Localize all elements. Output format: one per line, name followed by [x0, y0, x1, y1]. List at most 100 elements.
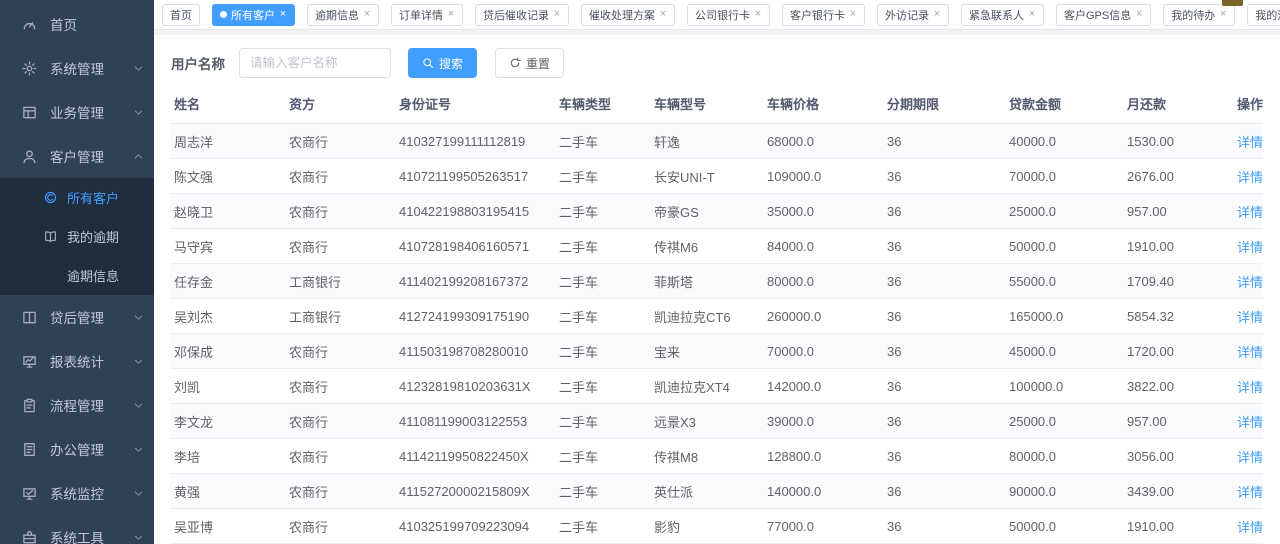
chevron-down-icon: [133, 107, 144, 118]
table-row: 吴亚博 农商行 410325199709223094 二手车 影豹 77000.…: [170, 509, 1263, 544]
cell-funder: 工商银行: [285, 264, 395, 299]
sidebar-item[interactable]: 首页: [0, 2, 154, 46]
sidebar-item[interactable]: 我的逾期: [0, 217, 154, 256]
search-input[interactable]: [239, 48, 391, 78]
close-icon[interactable]: ×: [659, 9, 667, 20]
cell-monthly-payment: 1530.00: [1123, 124, 1233, 159]
column-header: 贷款金额: [1005, 90, 1123, 124]
close-icon[interactable]: ×: [849, 9, 857, 20]
detail-link[interactable]: 详情: [1237, 485, 1263, 500]
cell-periods: 36: [883, 474, 1005, 509]
detail-link[interactable]: 详情: [1237, 345, 1263, 360]
tab[interactable]: 逾期信息 ×: [307, 4, 379, 26]
close-icon[interactable]: ×: [553, 9, 561, 20]
cell-loan-amount: 40000.0: [1005, 124, 1123, 159]
close-icon[interactable]: ×: [363, 9, 371, 20]
detail-link[interactable]: 详情: [1237, 275, 1263, 290]
tab-label: 催收处理方案: [589, 7, 655, 23]
menu-icon: [22, 486, 37, 501]
cell-monthly-payment: 3822.00: [1123, 369, 1233, 404]
table-row: 黄强 农商行 41152720000215809X 二手车 英仕派 140000…: [170, 474, 1263, 509]
cell-periods: 36: [883, 509, 1005, 544]
table-row: 周志洋 农商行 410327199111112819 二手车 轩逸 68000.…: [170, 124, 1263, 159]
search-button[interactable]: 搜索: [408, 48, 477, 78]
tab-label: 订单详情: [399, 7, 443, 23]
cell-name: 李培: [170, 439, 285, 474]
cell-monthly-payment: 957.00: [1123, 194, 1233, 229]
cell-funder: 农商行: [285, 369, 395, 404]
detail-link[interactable]: 详情: [1237, 415, 1263, 430]
sidebar-item[interactable]: 逾期信息: [0, 256, 154, 295]
refresh-icon: [509, 57, 521, 69]
cell-loan-amount: 165000.0: [1005, 299, 1123, 334]
table-row: 任存金 工商银行 411402199208167372 二手车 菲斯塔 8000…: [170, 264, 1263, 299]
cell-periods: 36: [883, 369, 1005, 404]
tab[interactable]: 公司银行卡 ×: [687, 4, 770, 26]
tab[interactable]: 客户银行卡 ×: [782, 4, 865, 26]
tab[interactable]: 客户GPS信息 ×: [1056, 4, 1151, 26]
cell-vehicle-model: 英仕派: [650, 474, 763, 509]
close-icon[interactable]: ×: [933, 9, 941, 20]
close-icon[interactable]: ×: [1028, 9, 1036, 20]
cell-periods: 36: [883, 159, 1005, 194]
sidebar-item[interactable]: 系统管理: [0, 46, 154, 90]
tab[interactable]: 所有客户 ×: [212, 4, 295, 26]
detail-link[interactable]: 详情: [1237, 520, 1263, 535]
detail-link[interactable]: 详情: [1237, 380, 1263, 395]
detail-link[interactable]: 详情: [1237, 240, 1263, 255]
cell-vehicle-type: 二手车: [555, 124, 650, 159]
sidebar-item[interactable]: 业务管理: [0, 90, 154, 134]
tab[interactable]: 贷后催收记录 ×: [475, 4, 569, 26]
detail-link[interactable]: 详情: [1237, 450, 1263, 465]
detail-link[interactable]: 详情: [1237, 310, 1263, 325]
cell-loan-amount: 80000.0: [1005, 439, 1123, 474]
chevron-down-icon: [133, 63, 144, 74]
cell-funder: 农商行: [285, 124, 395, 159]
tab[interactable]: 紧急联系人 ×: [961, 4, 1044, 26]
cell-vehicle-type: 二手车: [555, 404, 650, 439]
close-icon[interactable]: ×: [1135, 9, 1143, 20]
tab[interactable]: 外访记录 ×: [877, 4, 949, 26]
cell-vehicle-type: 二手车: [555, 509, 650, 544]
sidebar-item[interactable]: 办公管理: [0, 427, 154, 471]
cell-name: 李文龙: [170, 404, 285, 439]
cell-id-number: 411402199208167372: [395, 264, 555, 299]
cell-loan-amount: 90000.0: [1005, 474, 1123, 509]
cell-vehicle-price: 77000.0: [763, 509, 883, 544]
tab[interactable]: 催收处理方案 ×: [581, 4, 675, 26]
cell-funder: 农商行: [285, 194, 395, 229]
cell-id-number: 41142119950822450X: [395, 439, 555, 474]
sidebar-item[interactable]: 系统监控: [0, 471, 154, 515]
close-icon[interactable]: ×: [447, 9, 455, 20]
cell-name: 任存金: [170, 264, 285, 299]
cell-monthly-payment: 2676.00: [1123, 159, 1233, 194]
detail-link[interactable]: 详情: [1237, 170, 1263, 185]
table-row: 吴刘杰 工商银行 412724199309175190 二手车 凯迪拉克CT6 …: [170, 299, 1263, 334]
sidebar-item[interactable]: 贷后管理: [0, 295, 154, 339]
sidebar-item[interactable]: 系统工具: [0, 515, 154, 544]
close-icon[interactable]: ×: [1219, 9, 1227, 20]
sidebar-item[interactable]: 所有客户: [0, 178, 154, 217]
search-form: 用户名称 搜索 重置: [154, 35, 1280, 90]
cell-vehicle-type: 二手车: [555, 229, 650, 264]
sidebar-item-label: 客户管理: [50, 146, 133, 166]
tab[interactable]: 我的待办 ×: [1163, 4, 1235, 26]
sidebar-item[interactable]: 报表统计: [0, 339, 154, 383]
close-icon[interactable]: ×: [754, 9, 762, 20]
menu-icon: [22, 354, 37, 369]
reset-button[interactable]: 重置: [495, 48, 564, 78]
tab[interactable]: 我的流程 ×: [1247, 4, 1280, 26]
search-button-label: 搜索: [439, 55, 463, 72]
content-panel: 用户名称 搜索 重置: [154, 35, 1280, 544]
sidebar-item[interactable]: 客户管理: [0, 134, 154, 178]
close-icon[interactable]: ×: [279, 9, 287, 20]
sidebar-item-label: 报表统计: [50, 351, 133, 371]
tab[interactable]: 首页: [162, 4, 200, 26]
cell-funder: 工商银行: [285, 299, 395, 334]
detail-link[interactable]: 详情: [1237, 205, 1263, 220]
cell-vehicle-type: 二手车: [555, 264, 650, 299]
sidebar-item[interactable]: 流程管理: [0, 383, 154, 427]
tab[interactable]: 订单详情 ×: [391, 4, 463, 26]
tab-label: 贷后催收记录: [483, 7, 549, 23]
detail-link[interactable]: 详情: [1237, 135, 1263, 150]
